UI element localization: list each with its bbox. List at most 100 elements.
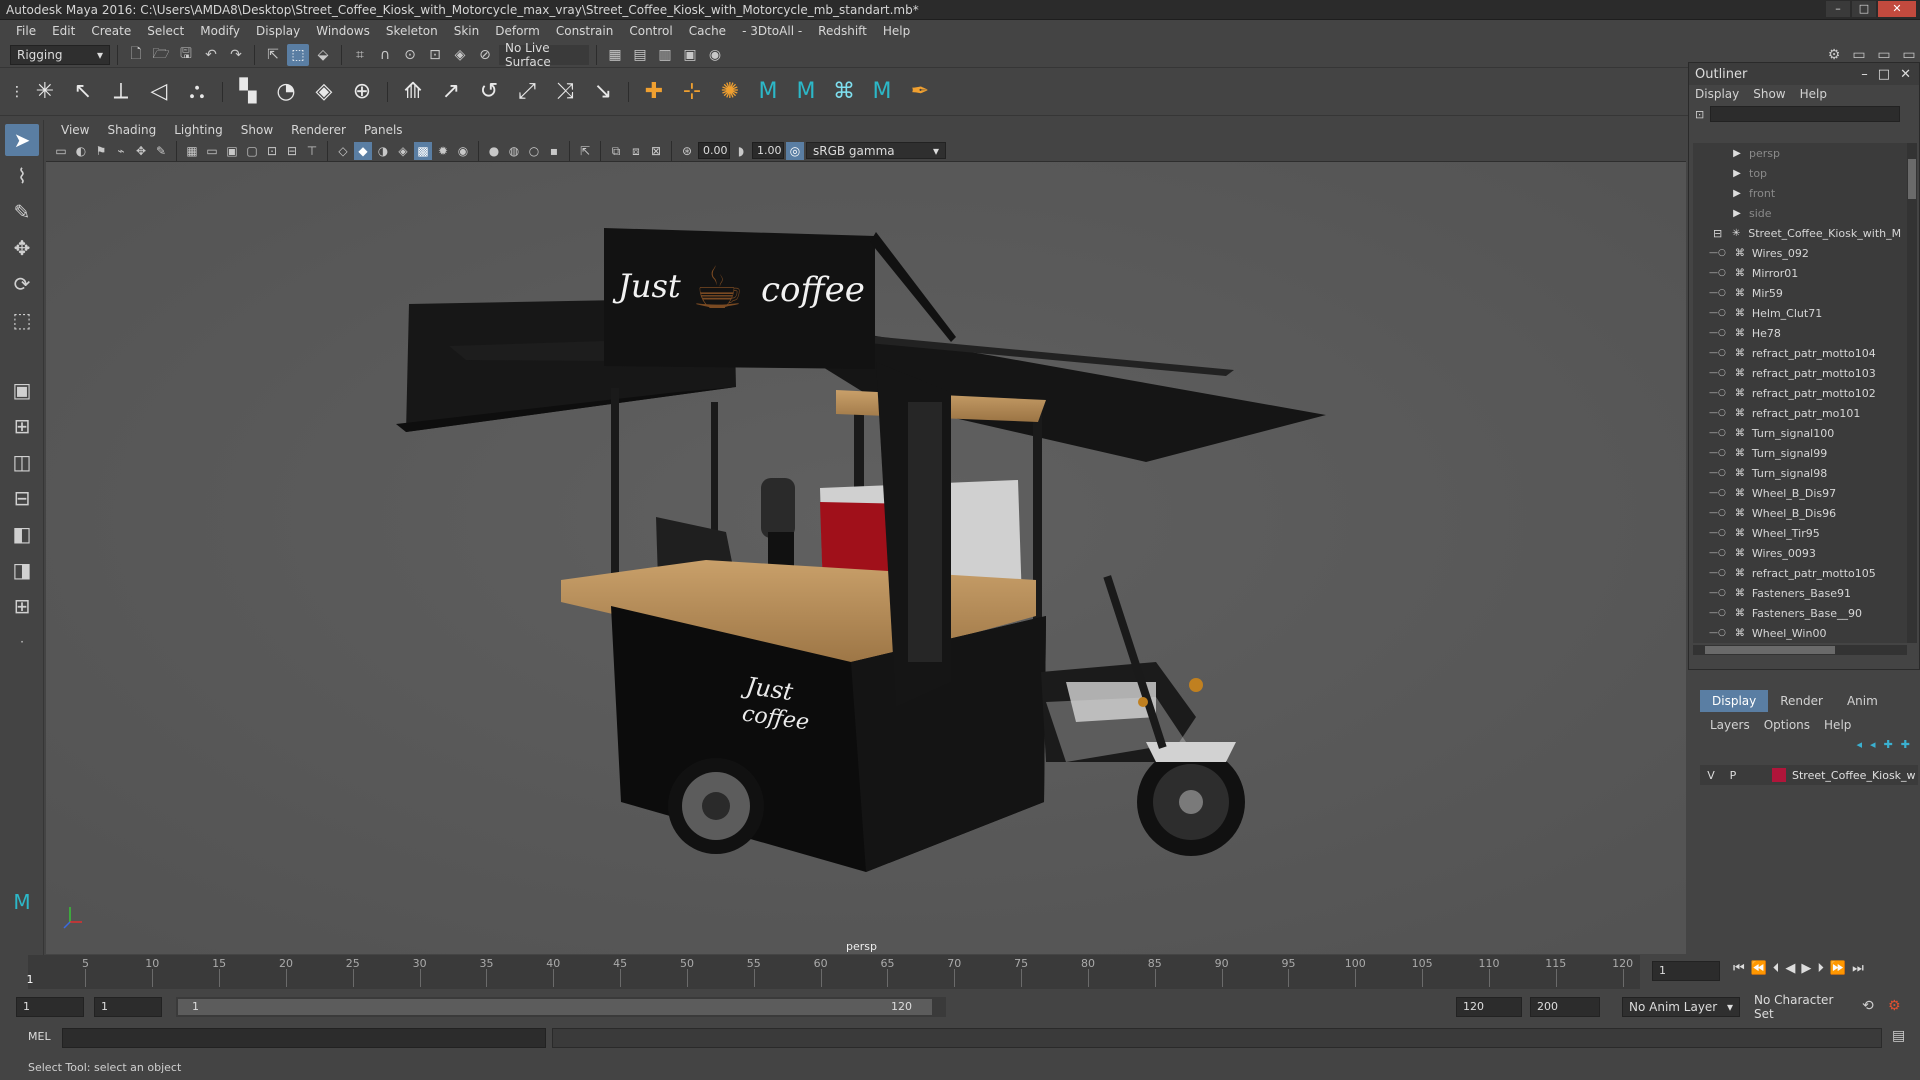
hypershade-icon[interactable]: ◉: [704, 44, 726, 66]
point-constraint-icon[interactable]: ⟰: [396, 75, 430, 109]
wireframe-on-shaded-icon[interactable]: ◈: [394, 142, 412, 160]
paint-select-icon[interactable]: ✎: [5, 196, 39, 228]
camera-attr-icon[interactable]: ◐: [72, 142, 90, 160]
depth-of-field-icon[interactable]: ▪: [545, 142, 563, 160]
outliner-item[interactable]: —○ ⌘ refract_patr_motto103: [1693, 363, 1907, 383]
vp-menu-shading[interactable]: Shading: [98, 123, 165, 137]
select-component-icon[interactable]: ⬙: [312, 44, 334, 66]
snap-curve-icon[interactable]: ∩: [374, 44, 396, 66]
animation-start-field[interactable]: 1: [16, 997, 84, 1017]
menu-redshift[interactable]: Redshift: [810, 24, 875, 38]
field-chart-icon[interactable]: ⊡: [263, 142, 281, 160]
rig-helper-icon[interactable]: ✺: [713, 75, 747, 109]
menu-modify[interactable]: Modify: [192, 24, 248, 38]
graph-persp-icon[interactable]: ◨: [5, 554, 39, 586]
film-gate-icon[interactable]: ▭: [203, 142, 221, 160]
menu-select[interactable]: Select: [139, 24, 192, 38]
layer-color-swatch[interactable]: [1772, 768, 1786, 782]
rig-tool-icon[interactable]: ✒: [903, 75, 937, 109]
script-editor-icon[interactable]: ▤: [1892, 1028, 1905, 1044]
xray-joints-icon[interactable]: ⊠: [647, 142, 665, 160]
menu-constrain[interactable]: Constrain: [548, 24, 622, 38]
time-ruler[interactable]: 1 5 10 15 20 25 30 35 40 45 50 55 60 65 70 75 80 85 90 95 1…: [27, 955, 1640, 989]
outliner-item[interactable]: ▶ front: [1693, 183, 1907, 203]
wireframe-icon[interactable]: ◇: [334, 142, 352, 160]
outliner-menu-display[interactable]: Display: [1695, 87, 1739, 101]
ipr-render-icon[interactable]: ▥: [654, 44, 676, 66]
step-back-key-icon[interactable]: ⏪: [1748, 961, 1770, 976]
pole-vector-icon[interactable]: ↘: [586, 75, 620, 109]
joint-locator-icon[interactable]: ⊹: [675, 75, 709, 109]
use-all-lights-icon[interactable]: ✹: [434, 142, 452, 160]
outliner-item[interactable]: ▶ top: [1693, 163, 1907, 183]
image-plane-icon[interactable]: ⌁: [112, 142, 130, 160]
snap-grid-icon[interactable]: ⌗: [349, 44, 371, 66]
bookmark-icon[interactable]: ⚑: [92, 142, 110, 160]
ik-spline-icon[interactable]: ◁: [142, 75, 176, 109]
exposure-field[interactable]: 0.00: [698, 142, 730, 159]
tab-anim[interactable]: Anim: [1835, 690, 1890, 712]
go-to-end-icon[interactable]: ⏭: [1849, 961, 1867, 976]
outliner-item[interactable]: —○ ⌘ Mirror01: [1693, 263, 1907, 283]
outliner-item[interactable]: —○ ⌘ Turn_signal99: [1693, 443, 1907, 463]
menu-skeleton[interactable]: Skeleton: [378, 24, 446, 38]
locator-icon[interactable]: ✚: [637, 75, 671, 109]
menuset-dropdown[interactable]: Rigging ▾: [10, 44, 110, 65]
script-language-label[interactable]: MEL: [28, 1030, 51, 1043]
bind-skin-icon[interactable]: ▚: [231, 75, 265, 109]
snap-point-icon[interactable]: ⊙: [399, 44, 421, 66]
menu-deform[interactable]: Deform: [487, 24, 548, 38]
vp-menu-renderer[interactable]: Renderer: [282, 123, 355, 137]
outliner-item[interactable]: ⊟ ✳ Street_Coffee_Kiosk_with_M: [1693, 223, 1907, 243]
scroll-thumb[interactable]: [1705, 646, 1835, 654]
outliner-menu-show[interactable]: Show: [1753, 87, 1785, 101]
minimize-button[interactable]: –: [1826, 1, 1850, 17]
preferences-icon[interactable]: ⚙: [1888, 998, 1901, 1014]
outliner-item[interactable]: —○ ⌘ Mir59: [1693, 283, 1907, 303]
outliner-item[interactable]: —○ ⌘ Wheel_B_Dis97: [1693, 483, 1907, 503]
save-scene-icon[interactable]: 🖫: [175, 44, 197, 66]
grease-pencil-icon[interactable]: ✎: [152, 142, 170, 160]
maximize-icon[interactable]: □: [1878, 67, 1890, 82]
step-forward-frame-icon[interactable]: ⏵: [1814, 961, 1827, 976]
outliner-item[interactable]: —○ ⌘ Turn_signal98: [1693, 463, 1907, 483]
step-forward-key-icon[interactable]: ⏩: [1827, 961, 1849, 976]
color-management-icon[interactable]: ◎: [786, 141, 804, 160]
undo-icon[interactable]: ↶: [200, 44, 222, 66]
outliner-item[interactable]: —○ ⌘ Fasteners_Base91: [1693, 583, 1907, 603]
playback-start-field[interactable]: 1: [94, 997, 162, 1017]
screen-space-ao-icon[interactable]: ●: [485, 142, 503, 160]
outliner-item[interactable]: —○ ⌘ refract_patr_motto104: [1693, 343, 1907, 363]
maya-script-2-icon[interactable]: M: [789, 75, 823, 109]
menu-help[interactable]: Help: [875, 24, 918, 38]
play-backward-icon[interactable]: ◀: [1782, 961, 1798, 976]
outliner-item[interactable]: —○ ⌘ Wires_092: [1693, 243, 1907, 263]
maya-script-3-icon[interactable]: M: [865, 75, 899, 109]
outliner-item[interactable]: ▶ persp: [1693, 143, 1907, 163]
shadows-icon[interactable]: ◉: [454, 142, 472, 160]
menu-3dtoall[interactable]: - 3DtoAll -: [734, 24, 810, 38]
scale-tool-icon[interactable]: ⬚: [5, 304, 39, 336]
range-slider-handle[interactable]: 1 120: [178, 999, 932, 1015]
scale-constraint-icon[interactable]: ⤢: [510, 75, 544, 109]
outliner-item[interactable]: ▶ side: [1693, 203, 1907, 223]
resolution-gate-icon[interactable]: ▣: [223, 142, 241, 160]
smooth-shade-icon[interactable]: ◆: [354, 141, 372, 160]
command-input[interactable]: [62, 1028, 546, 1048]
minimize-icon[interactable]: –: [1861, 67, 1868, 82]
hypershade-persp-icon[interactable]: ⊞: [5, 590, 39, 622]
outliner-persp-icon[interactable]: ◧: [5, 518, 39, 550]
outliner-item[interactable]: —○ ⌘ Helm_Clut71: [1693, 303, 1907, 323]
outliner-horizontal-scrollbar[interactable]: [1693, 645, 1907, 655]
outliner-list[interactable]: ▶ persp ▶ top ▶ front ▶ side ⊟ ✳ Street_Coffee_Kio…: [1693, 143, 1907, 643]
close-button[interactable]: ✕: [1878, 1, 1916, 17]
snap-live-icon[interactable]: ⊘: [474, 44, 496, 66]
outliner-item[interactable]: —○ ⌘ refract_patr_motto102: [1693, 383, 1907, 403]
xray-active-icon[interactable]: ⧈: [627, 142, 645, 160]
outliner-item[interactable]: —○ ⌘ Wheel_Win00: [1693, 623, 1907, 643]
move-tool-icon[interactable]: ✥: [5, 232, 39, 264]
safe-action-icon[interactable]: ⊟: [283, 142, 301, 160]
layer-menu-options[interactable]: Options: [1764, 718, 1810, 732]
2d-pan-icon[interactable]: ✥: [132, 142, 150, 160]
outliner-vertical-scrollbar[interactable]: [1907, 143, 1917, 643]
